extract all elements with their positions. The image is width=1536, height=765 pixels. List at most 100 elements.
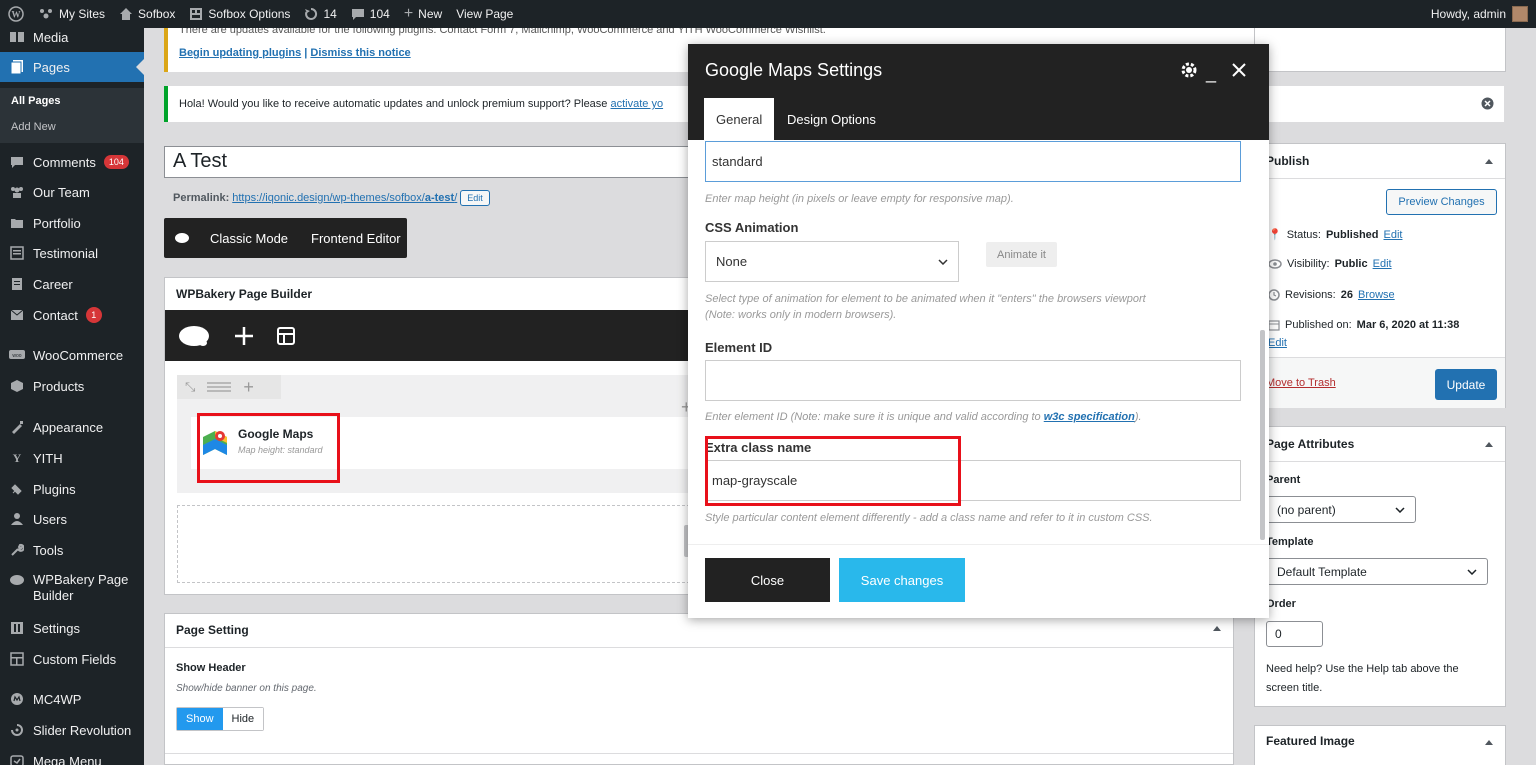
sidebar-item-portfolio[interactable]: Portfolio	[0, 214, 144, 232]
row-controls: ⤡ +	[177, 375, 281, 399]
sidebar-item-plugins[interactable]: Plugins	[0, 480, 144, 498]
map-height-input[interactable]: standard	[705, 141, 1241, 182]
sidebar-item-media[interactable]: Media	[0, 28, 144, 46]
element-id-label: Element ID	[705, 340, 773, 355]
submenu-all-pages[interactable]: All Pages	[11, 95, 61, 107]
animate-it-button[interactable]: Animate it	[986, 242, 1057, 267]
tab-general[interactable]: General	[704, 98, 775, 140]
options-icon	[189, 7, 203, 21]
sidebar-item-yith[interactable]: Y YITH	[0, 449, 144, 467]
pages-icon	[9, 59, 25, 75]
sidebar-item-mega-menu[interactable]: Mega Menu	[0, 752, 144, 765]
featured-collapse-icon[interactable]	[1485, 739, 1493, 745]
move-to-trash-link[interactable]: Move to Trash	[1266, 377, 1336, 389]
site-name-link[interactable]: Sofbox	[119, 7, 175, 21]
browse-revisions-link[interactable]: Browse	[1358, 289, 1395, 301]
pin-icon: 📍	[1268, 229, 1282, 241]
sidebar-item-products[interactable]: Products	[0, 377, 144, 395]
dismiss-circle-icon[interactable]	[1481, 97, 1494, 110]
activate-link[interactable]: activate yo	[610, 98, 663, 110]
my-sites-link[interactable]: My Sites	[38, 7, 105, 21]
template-label: Template	[1266, 536, 1314, 548]
extra-class-desc: Style particular content element differe…	[705, 512, 1153, 524]
sidebar-item-woocommerce[interactable]: woo WooCommerce	[0, 346, 144, 364]
sidebar-item-career[interactable]: Career	[0, 275, 144, 293]
preview-changes-button[interactable]: Preview Changes	[1386, 189, 1497, 215]
frontend-editor-button[interactable]: Frontend Editor	[311, 231, 401, 246]
add-element-icon[interactable]	[234, 326, 254, 346]
status-edit-link[interactable]: Edit	[1384, 229, 1403, 241]
comments-link[interactable]: 104	[351, 7, 390, 21]
parent-select[interactable]: (no parent)	[1266, 496, 1416, 523]
sidebar-item-appearance[interactable]: Appearance	[0, 418, 144, 436]
settings-icon	[9, 620, 25, 636]
new-content-link[interactable]: + New	[404, 6, 442, 22]
layout-template-icon[interactable]	[276, 326, 296, 346]
sidebar-item-comments[interactable]: Comments 104	[0, 153, 144, 171]
wpbakery-cloud-icon[interactable]	[178, 325, 210, 347]
map-height-desc: Enter map height (in pixels or leave emp…	[705, 193, 1014, 205]
sidebar-item-wpbakery[interactable]: WPBakery Page Builder	[0, 572, 144, 606]
sidebar-item-mc4wp[interactable]: MC4WP	[0, 690, 144, 708]
close-button[interactable]: Close	[705, 558, 830, 602]
sidebar-item-users[interactable]: Users	[0, 510, 144, 528]
active-menu-pointer	[136, 59, 144, 75]
w3c-specification-link[interactable]: w3c specification	[1044, 411, 1135, 423]
highlight-extra-class-box	[705, 436, 961, 506]
minimize-icon[interactable]: _	[1206, 63, 1216, 84]
row-handle-icon[interactable]	[207, 382, 232, 392]
modal-scrollbar[interactable]	[1260, 330, 1265, 540]
sidebar-item-settings[interactable]: Settings	[0, 619, 144, 637]
eye-icon	[1268, 259, 1282, 269]
custom-fields-icon	[9, 651, 25, 667]
sidebar-item-pages[interactable]: Pages	[0, 52, 144, 82]
begin-updating-link[interactable]: Begin updating plugins	[179, 47, 301, 59]
classic-mode-button[interactable]: Classic Mode	[210, 231, 288, 246]
dismiss-notice-link[interactable]: Dismiss this notice	[310, 47, 410, 59]
expand-icon[interactable]: ⤡	[185, 379, 195, 395]
submenu-add-new[interactable]: Add New	[11, 121, 56, 133]
save-changes-button[interactable]: Save changes	[839, 558, 965, 602]
sidebar-item-contact[interactable]: Contact 1	[0, 306, 144, 324]
sidebar-item-tools[interactable]: Tools	[0, 541, 144, 559]
builder-toolbar	[165, 310, 695, 361]
published-on-edit-link[interactable]: Edit	[1268, 337, 1287, 349]
template-select[interactable]: Default Template	[1266, 558, 1488, 585]
css-animation-desc: Select type of animation for element to …	[705, 293, 1146, 321]
status-row: 📍 Status: Published Edit	[1268, 228, 1403, 242]
featured-image-box: Featured Image	[1254, 725, 1506, 765]
show-button[interactable]: Show	[177, 708, 223, 730]
hide-button[interactable]: Hide	[222, 708, 264, 730]
collapse-up-icon[interactable]	[1213, 625, 1221, 631]
sidebar-item-our-team[interactable]: Our Team	[0, 183, 144, 201]
comment-icon	[351, 7, 365, 21]
update-button[interactable]: Update	[1435, 369, 1497, 400]
visibility-edit-link[interactable]: Edit	[1373, 258, 1392, 270]
theme-options-link[interactable]: Sofbox Options	[189, 7, 290, 21]
sidebar-item-slider-revolution[interactable]: Slider Revolution	[0, 721, 144, 739]
sites-icon	[38, 7, 54, 21]
account-menu[interactable]: Howdy, admin	[1431, 6, 1528, 22]
gear-icon[interactable]	[1180, 61, 1198, 79]
view-page-link[interactable]: View Page	[456, 7, 513, 21]
attributes-collapse-icon[interactable]	[1485, 441, 1493, 447]
publish-collapse-icon[interactable]	[1485, 158, 1493, 164]
wpbakery-icon	[9, 572, 25, 588]
tab-design-options[interactable]: Design Options	[775, 98, 888, 140]
order-input[interactable]: 0	[1266, 621, 1323, 647]
sidebar-item-custom-fields[interactable]: Custom Fields	[0, 650, 144, 668]
css-animation-label: CSS Animation	[705, 220, 799, 235]
sidebar-item-testimonial[interactable]: Testimonial	[0, 244, 144, 262]
google-maps-settings-modal: Google Maps Settings _ General Design Op…	[688, 44, 1269, 618]
add-row-dropzone[interactable]	[177, 505, 695, 583]
permalink-edit-button[interactable]: Edit	[460, 190, 490, 206]
published-on-row: Published on: Mar 6, 2020 at 11:38	[1268, 319, 1459, 331]
element-id-input[interactable]	[705, 360, 1241, 401]
add-column-icon[interactable]: +	[243, 378, 254, 396]
close-icon[interactable]	[1232, 63, 1246, 77]
post-title-input[interactable]: A Test	[164, 146, 704, 178]
css-animation-select[interactable]: None	[705, 241, 959, 282]
permalink-link[interactable]: https://iqonic.design/wp-themes/sofbox/a…	[232, 192, 457, 204]
wordpress-logo-icon[interactable]: W	[8, 6, 24, 22]
updates-link[interactable]: 14	[304, 7, 337, 21]
